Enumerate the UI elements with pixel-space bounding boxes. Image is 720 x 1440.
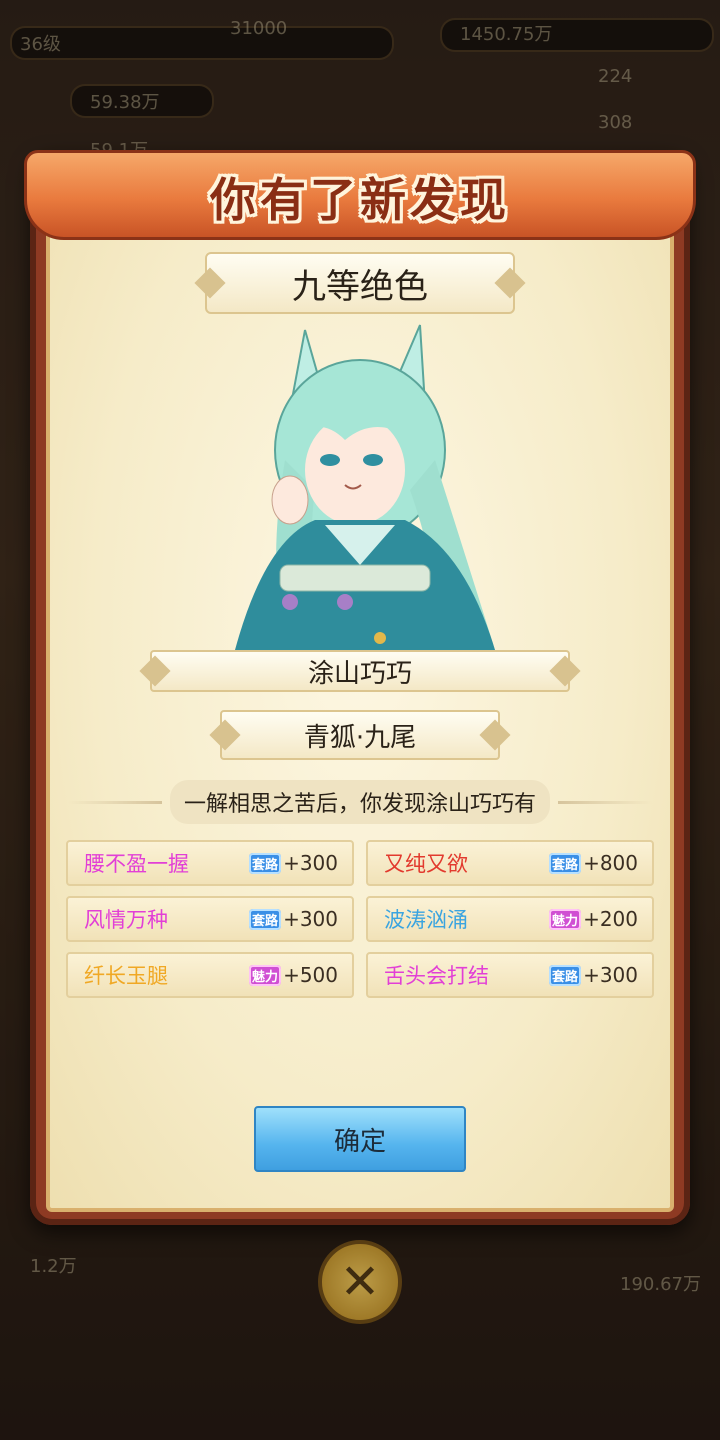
trait-value: +300	[583, 963, 638, 987]
trait-item: 舌头会打结 套路 +300	[366, 952, 654, 998]
trait-value: +300	[283, 851, 338, 875]
trait-grid: 腰不盈一握 套路 +300 又纯又欲 套路 +800 风情万种 套路 +300 波涛汹涌 魅力 +20…	[66, 840, 654, 998]
taolu-badge-icon: 套路	[549, 964, 582, 986]
divider-left	[68, 800, 162, 804]
character-title: 青狐·九尾	[303, 722, 417, 753]
meili-badge-icon: 魅力	[549, 908, 582, 930]
trait-item: 又纯又欲 套路 +800	[366, 840, 654, 886]
character-portrait	[235, 324, 495, 650]
close-icon: ✕	[339, 1254, 381, 1310]
trait-value: +300	[283, 907, 338, 931]
trait-name: 纤长玉腿	[84, 964, 168, 988]
meili-badge-icon: 魅力	[249, 964, 282, 986]
trait-value: +800	[583, 851, 638, 875]
trait-value: +200	[583, 907, 638, 931]
discovery-text: 一解相思之苦后，你发现涂山巧巧有	[170, 780, 551, 824]
trait-name: 腰不盈一握	[84, 852, 189, 876]
trait-value: +500	[283, 963, 338, 987]
rank-plaque: 九等绝色	[205, 252, 515, 314]
trait-name: 波涛汹涌	[384, 908, 468, 932]
trait-item: 纤长玉腿 魅力 +500	[66, 952, 354, 998]
character-name: 涂山巧巧	[307, 658, 412, 689]
character-name-plaque: 涂山巧巧	[150, 650, 570, 692]
character-title-plaque: 青狐·九尾	[220, 710, 500, 760]
rank-label: 九等绝色	[292, 266, 428, 307]
close-button[interactable]: ✕	[318, 1240, 402, 1324]
taolu-badge-icon: 套路	[249, 908, 282, 930]
trait-name: 风情万种	[84, 908, 168, 932]
divider-right	[558, 800, 653, 804]
taolu-badge-icon: 套路	[549, 852, 582, 874]
trait-name: 又纯又欲	[384, 852, 468, 876]
discovery-caption: 一解相思之苦后，你发现涂山巧巧有	[60, 780, 660, 824]
trait-item: 腰不盈一握 套路 +300	[66, 840, 354, 886]
trait-item: 风情万种 套路 +300	[66, 896, 354, 942]
confirm-button[interactable]: 确定	[254, 1106, 466, 1172]
taolu-badge-icon: 套路	[249, 852, 282, 874]
dialog-title: 你有了新发现	[210, 173, 510, 227]
trait-name: 舌头会打结	[384, 964, 489, 988]
trait-item: 波涛汹涌 魅力 +200	[366, 896, 654, 942]
